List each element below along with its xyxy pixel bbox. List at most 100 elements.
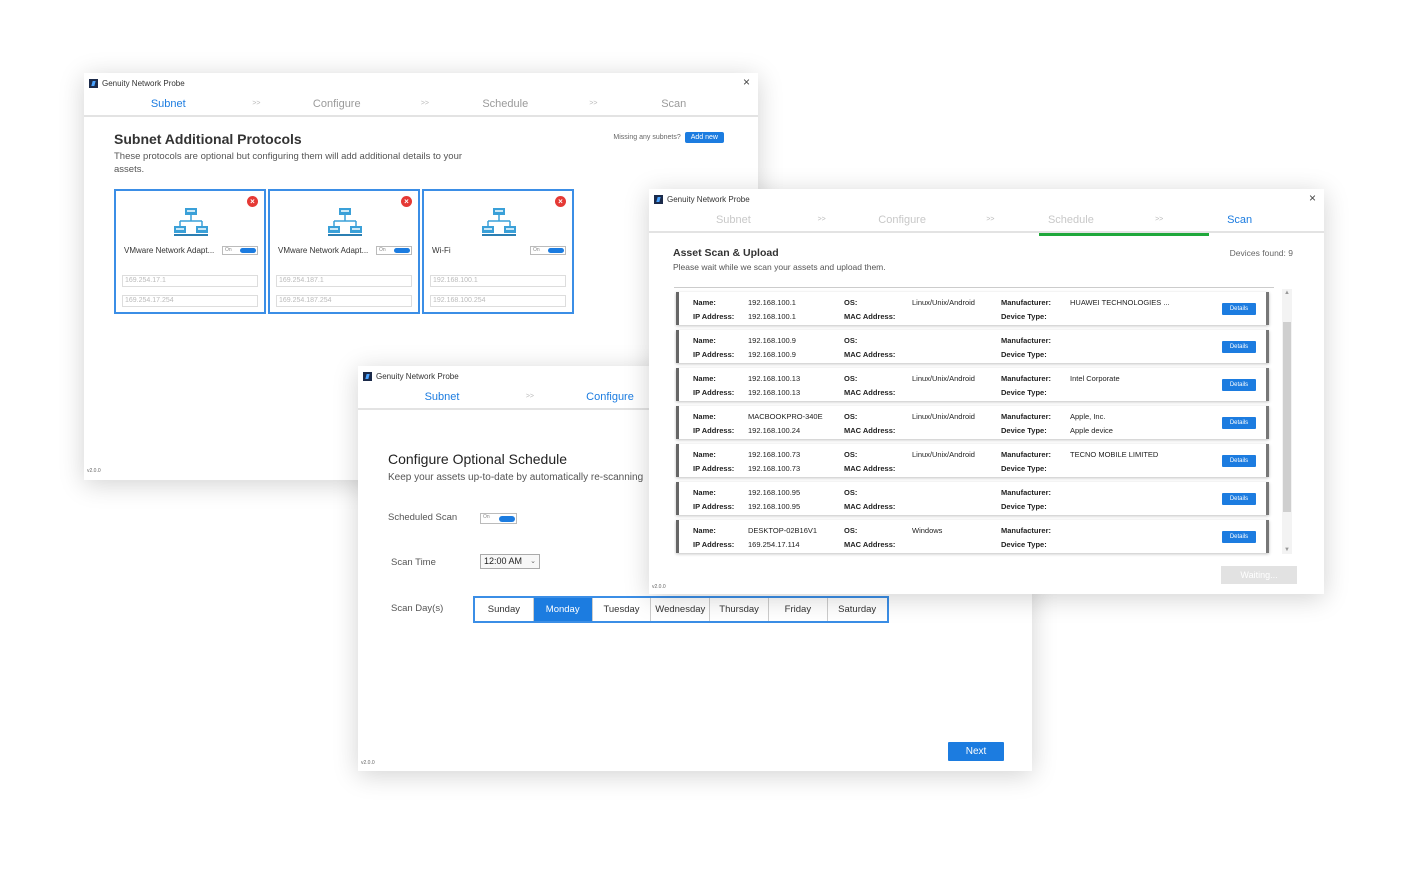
field-label: OS: [844,526,858,535]
protocol-toggle[interactable]: On [376,246,412,255]
day-sunday[interactable]: Sunday [475,598,534,621]
field-label: MAC Address: [844,540,896,549]
field-label: MAC Address: [844,502,896,511]
title-bar: Genuity Network Probe [649,189,1324,209]
waiting-button: Waiting... [1221,566,1297,584]
tab-configure[interactable]: Configure >> [818,209,994,231]
remove-icon[interactable]: × [555,196,566,207]
scrollbar-thumb[interactable] [1283,322,1291,512]
version-label: v2.0.0 [652,584,666,590]
field-label: Manufacturer: [1001,412,1052,421]
device-manufacturer: TECNO MOBILE LIMITED [1070,450,1159,459]
ip-end-field[interactable]: 169.254.187.254 [276,295,412,307]
details-button[interactable]: Details [1222,417,1256,429]
scroll-down-icon[interactable]: ▼ [1284,547,1290,553]
device-row: Name: 192.168.100.95 IP Address: 192.168.10… [676,482,1269,515]
field-label: Name: [693,412,716,421]
field-label: Device Type: [1001,540,1047,549]
scan-time-label: Scan Time [391,557,436,568]
field-label: Name: [693,488,716,497]
step-nav: Subnet >> Configure >> Schedule >> Scan [649,209,1324,233]
ip-start-field[interactable]: 169.254.187.1 [276,275,412,287]
device-name: MACBOOKPRO-340E [748,412,823,421]
device-ip: 192.168.100.13 [748,388,801,397]
field-label: Device Type: [1001,502,1047,511]
field-label: OS: [844,450,858,459]
tab-subnet[interactable]: Subnet >> [649,209,826,231]
close-icon[interactable]: × [1309,192,1316,204]
tab-scan[interactable]: Scan [1155,209,1324,231]
device-row: Name: 192.168.100.73 IP Address: 192.168.10… [676,444,1269,477]
scan-time-select[interactable]: 12:00 AM ⌄ [480,554,540,569]
device-row: Name: MACBOOKPRO-340E IP Address: 192.168.1… [676,406,1269,439]
remove-icon[interactable]: × [401,196,412,207]
device-manufacturer: Apple, Inc. [1070,412,1106,421]
window-title: Genuity Network Probe [667,194,750,204]
day-thursday[interactable]: Thursday [710,598,769,621]
app-logo-icon [363,371,372,381]
close-icon[interactable]: × [743,76,750,88]
device-name: 192.168.100.95 [748,488,801,497]
add-new-button[interactable]: Add new [684,132,724,143]
adapter-name: Wi-Fi [432,246,451,255]
device-name: 192.168.100.9 [748,336,796,345]
tab-schedule[interactable]: Schedule >> [421,93,597,115]
device-ip: 192.168.100.24 [748,426,801,435]
tab-subnet[interactable]: Subnet >> [358,386,534,408]
protocol-toggle[interactable]: On [530,246,566,255]
app-logo-icon [654,194,663,204]
device-row: Name: 192.168.100.1 IP Address: 192.168.100… [676,292,1269,325]
remove-icon[interactable]: × [247,196,258,207]
tab-subnet[interactable]: Subnet >> [84,93,261,115]
subnet-card[interactable]: × Wi-Fi On 192.168.100.1 192.168.100.254 [422,189,574,314]
tab-scan[interactable]: Scan [590,93,759,115]
scheduled-scan-label: Scheduled Scan [388,512,458,523]
field-label: OS: [844,336,858,345]
details-button[interactable]: Details [1222,493,1256,505]
details-button[interactable]: Details [1222,341,1256,353]
page-description: These protocols are optional but configu… [114,151,463,175]
protocol-toggle[interactable]: On [222,246,258,255]
device-list-scrollbar[interactable]: ▲ ▼ [1282,289,1292,554]
scroll-up-icon[interactable]: ▲ [1284,290,1290,296]
ip-start-field[interactable]: 192.168.100.1 [430,275,566,287]
missing-subnets: Missing any subnets? Add new [613,132,724,143]
day-wednesday[interactable]: Wednesday [651,598,711,621]
subnet-card[interactable]: × VMware Network Adapt... On 169.254.17.… [114,189,266,314]
ip-start-field[interactable]: 169.254.17.1 [122,275,258,287]
device-os: Linux/Unix/Android [912,450,975,459]
field-label: Manufacturer: [1001,336,1052,345]
device-name: DESKTOP-02B16V1 [748,526,818,535]
field-label: Name: [693,526,716,535]
device-ip: 169.254.17.114 [748,540,800,549]
day-monday[interactable]: Monday [533,598,593,621]
field-label: Manufacturer: [1001,374,1052,383]
window-title: Genuity Network Probe [102,78,185,88]
ip-end-field[interactable]: 169.254.17.254 [122,295,258,307]
tab-schedule[interactable]: Schedule >> [987,209,1163,231]
network-icon [328,208,362,236]
field-label: Device Type: [1001,388,1047,397]
day-friday[interactable]: Friday [769,598,828,621]
page-description: Please wait while we scan your assets an… [673,262,886,272]
ip-end-field[interactable]: 192.168.100.254 [430,295,566,307]
field-label: IP Address: [693,502,735,511]
scheduled-scan-toggle[interactable]: On [480,513,517,524]
device-manufacturer: Intel Corporate [1070,374,1120,383]
day-tuesday[interactable]: Tuesday [593,598,652,621]
details-button[interactable]: Details [1222,455,1256,467]
field-label: MAC Address: [844,426,896,435]
page-title: Configure Optional Schedule [388,451,568,467]
day-saturday[interactable]: Saturday [828,598,887,621]
tab-configure[interactable]: Configure >> [253,93,429,115]
subnet-card[interactable]: × VMware Network Adapt... On 169.254.187… [268,189,420,314]
details-button[interactable]: Details [1222,379,1256,391]
chevron-down-icon: ⌄ [530,558,536,565]
device-row: Name: 192.168.100.9 IP Address: 192.168.100… [676,330,1269,363]
device-device-type: Apple device [1070,426,1113,435]
details-button[interactable]: Details [1222,531,1256,543]
device-ip: 192.168.100.95 [748,502,801,511]
details-button[interactable]: Details [1222,303,1256,315]
next-button[interactable]: Next [948,742,1004,761]
device-name: 192.168.100.13 [748,374,801,383]
